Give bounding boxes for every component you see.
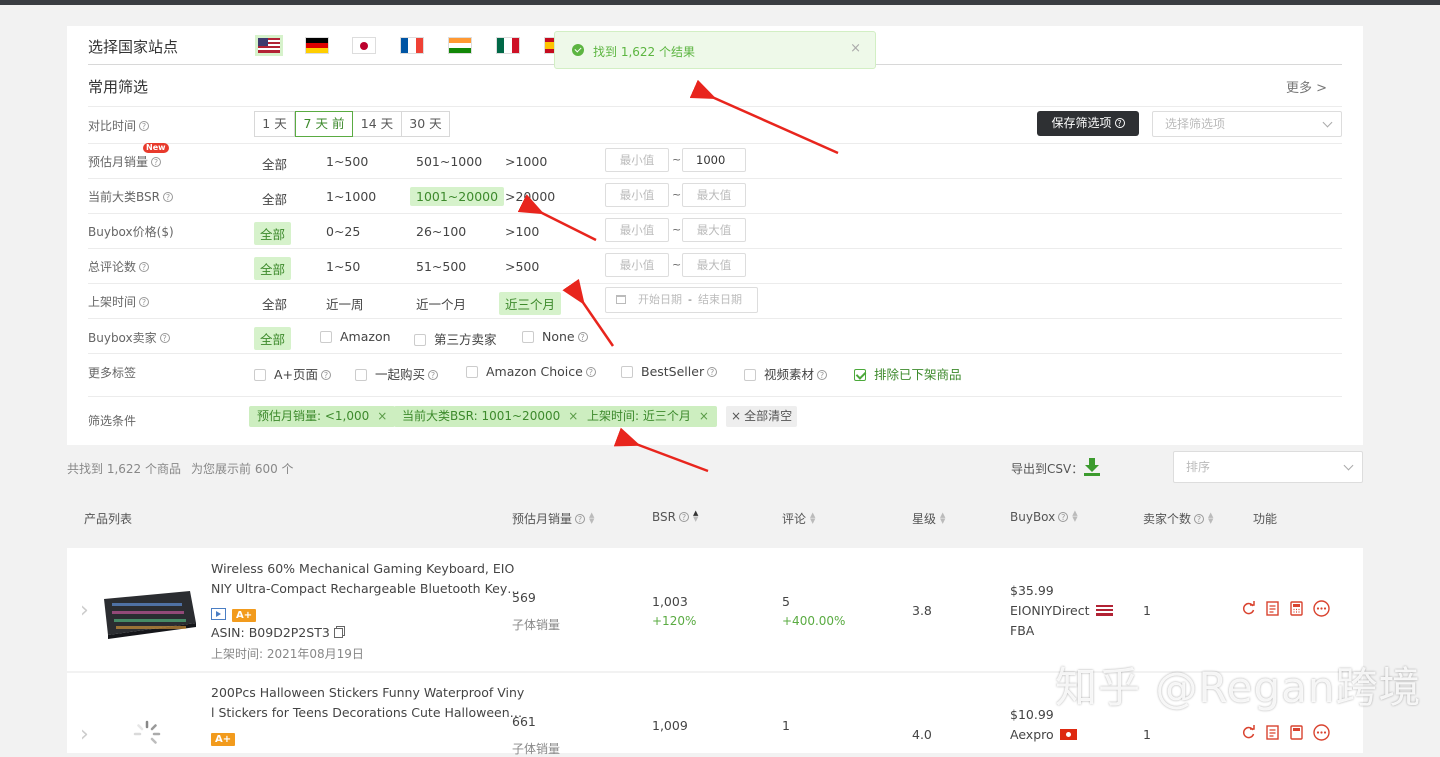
watermark: 知乎 @Regan跨境	[1055, 663, 1422, 712]
annotation-arrows	[517, 79, 839, 473]
